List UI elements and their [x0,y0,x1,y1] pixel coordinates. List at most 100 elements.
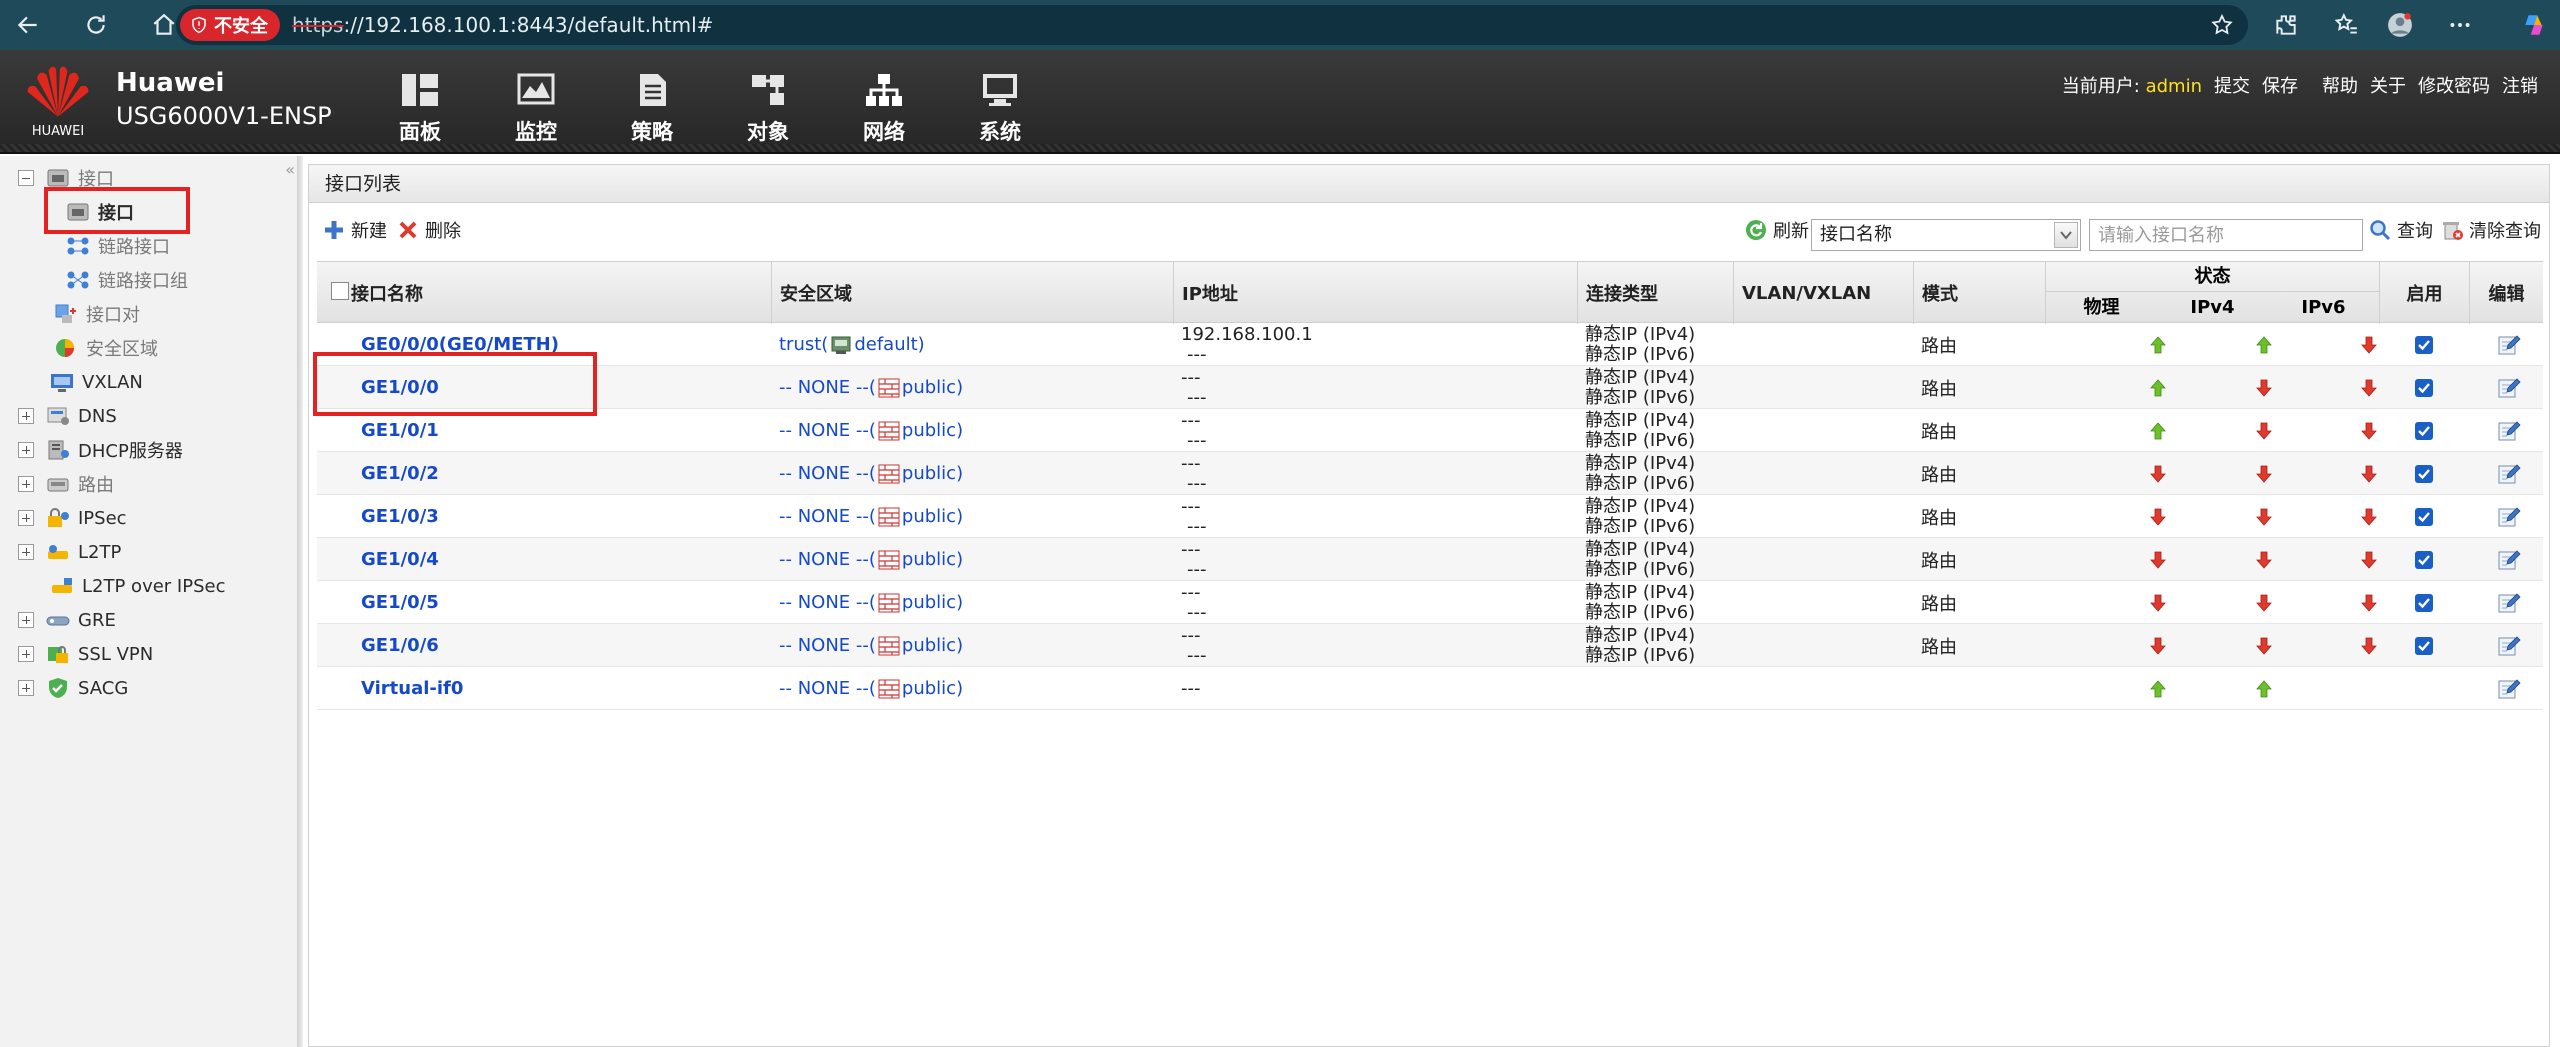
sidebar-item-sacg[interactable]: SACG [18,672,128,704]
interface-name-link[interactable]: GE1/0/5 [361,581,439,624]
column-header-name[interactable]: 接口名称 [343,262,771,324]
column-header-ipv4[interactable]: IPv4 [2157,292,2268,323]
search-field-select[interactable]: 接口名称 [1811,219,2081,251]
sidebar-collapse-button[interactable]: « [285,160,295,179]
zone-name-link[interactable]: -- NONE --( [779,420,876,441]
sidebar-item-l2tp-over-ipsec[interactable]: L2TP over IPSec [50,570,225,602]
column-header-vlan[interactable]: VLAN/VXLAN [1733,262,1913,324]
delete-button[interactable]: 删除 [397,205,461,255]
table-row[interactable]: GE1/0/6 -- NONE --(public) --- --- 静态IP (IPv… [317,624,2543,667]
sidebar-item-l2tp[interactable]: L2TP [18,536,121,568]
sidebar-item-security-zone[interactable]: 安全区域 [54,332,158,364]
edit-icon[interactable] [2497,420,2521,442]
enable-checkbox[interactable] [2415,636,2433,655]
change-password-link[interactable]: 修改密码 [2418,72,2490,98]
address-bar[interactable]: 不安全 https://192.168.100.1:8443/default.h… [176,5,2248,45]
help-link[interactable]: 帮助 [2322,72,2358,98]
favorite-star-icon[interactable] [2210,13,2234,37]
interface-name-link[interactable]: GE1/0/4 [361,538,439,581]
nav-object[interactable]: 对象 [710,72,826,146]
zone-name-link[interactable]: -- NONE --( [779,506,876,527]
new-button[interactable]: 新建 [323,205,387,255]
select-dropdown-button[interactable] [2054,222,2078,248]
enable-checkbox[interactable] [2415,593,2433,612]
table-row[interactable]: GE1/0/0 -- NONE --(public) --- --- 静态IP (IPv… [317,366,2543,409]
url-text[interactable]: https://192.168.100.1:8443/default.html# [292,13,713,37]
sidebar-item-link-interface[interactable]: 链路接口 [66,230,170,262]
interface-name[interactable]: GE1/0/1 [361,420,439,441]
sidebar-item-vxlan[interactable]: VXLAN [50,366,143,398]
zone-name-link[interactable]: trust( [779,334,828,355]
column-header-zone[interactable]: 安全区域 [771,262,1173,324]
sidebar-item-gre[interactable]: GRE [18,604,116,636]
edit-icon[interactable] [2497,635,2521,657]
clear-query-button[interactable]: 清除查询 [2441,205,2541,255]
vsys-name-link[interactable]: public) [902,463,963,484]
about-link[interactable]: 关于 [2370,72,2406,98]
sidebar-item-dhcp-server[interactable]: DHCP服务器 [18,434,183,466]
extensions-button[interactable] [2264,3,2308,47]
expand-toggle[interactable] [18,612,34,628]
interface-name-link[interactable]: GE1/0/3 [361,495,439,538]
interface-name[interactable]: Virtual-if0 [361,678,463,699]
sidebar-item-ssl-vpn[interactable]: SSL VPN [18,638,153,670]
zone-name-link[interactable]: -- NONE --( [779,549,876,570]
zone-name-link[interactable]: -- NONE --( [779,592,876,613]
expand-toggle[interactable] [18,680,34,696]
save-link[interactable]: 保存 [2262,72,2298,98]
edit-icon[interactable] [2497,463,2521,485]
vsys-name-link[interactable]: public) [902,678,963,699]
vsys-name-link[interactable]: public) [902,377,963,398]
sidebar-item-route[interactable]: 路由 [18,468,114,500]
back-button[interactable] [6,3,50,47]
interface-name[interactable]: GE1/0/6 [361,635,439,656]
expand-toggle[interactable] [18,646,34,662]
search-input[interactable] [2089,219,2363,251]
edit-icon[interactable] [2497,549,2521,571]
column-header-edit[interactable]: 编辑 [2469,262,2543,324]
interface-name[interactable]: GE1/0/3 [361,506,439,527]
column-header-enable[interactable]: 启用 [2379,262,2469,324]
edit-icon[interactable] [2497,506,2521,528]
interface-name[interactable]: GE1/0/5 [361,592,439,613]
column-header-physical[interactable]: 物理 [2046,292,2157,323]
copilot-button[interactable] [2512,3,2556,47]
nav-network[interactable]: 网络 [826,72,942,146]
column-header-mode[interactable]: 模式 [1913,262,2045,324]
enable-checkbox[interactable] [2415,507,2433,526]
enable-checkbox[interactable] [2415,550,2433,569]
vsys-name-link[interactable]: default) [854,334,924,355]
favorites-button[interactable] [2324,3,2368,47]
column-header-ipv6[interactable]: IPv6 [2268,292,2379,323]
query-button[interactable]: 查询 [2369,205,2433,255]
reload-button[interactable] [74,3,118,47]
table-row[interactable]: Virtual-if0 -- NONE --(public) --- [317,667,2543,710]
zone-name-link[interactable]: -- NONE --( [779,635,876,656]
column-header-ip[interactable]: IP地址 [1173,262,1577,324]
edit-icon[interactable] [2497,592,2521,614]
table-row[interactable]: GE1/0/4 -- NONE --(public) --- --- 静态IP (IPv… [317,538,2543,581]
interface-name-link[interactable]: Virtual-if0 [361,667,463,710]
edit-icon[interactable] [2497,334,2521,356]
enable-checkbox[interactable] [2415,378,2433,397]
collapse-toggle[interactable] [18,170,34,186]
table-row[interactable]: GE1/0/3 -- NONE --(public) --- --- 静态IP (IPv… [317,495,2543,538]
sidebar-item-ipsec[interactable]: IPSec [18,502,127,534]
logout-link[interactable]: 注销 [2502,72,2538,98]
table-row[interactable]: GE1/0/5 -- NONE --(public) --- --- 静态IP (IPv… [317,581,2543,624]
edit-icon[interactable] [2497,377,2521,399]
vsys-name-link[interactable]: public) [902,635,963,656]
expand-toggle[interactable] [18,544,34,560]
column-header-conn-type[interactable]: 连接类型 [1577,262,1733,324]
edit-icon[interactable] [2497,678,2521,700]
interface-name-link[interactable]: GE1/0/2 [361,452,439,495]
sidebar-item-link-interface-group[interactable]: 链路接口组 [66,264,188,296]
zone-name-link[interactable]: -- NONE --( [779,463,876,484]
sidebar-item-interface-pair[interactable]: 接口对 [54,298,140,330]
enable-checkbox[interactable] [2415,421,2433,440]
vsys-name-link[interactable]: public) [902,549,963,570]
vsys-name-link[interactable]: public) [902,420,963,441]
interface-name-link[interactable]: GE1/0/6 [361,624,439,667]
vsys-name-link[interactable]: public) [902,506,963,527]
interface-name[interactable]: GE1/0/4 [361,549,439,570]
